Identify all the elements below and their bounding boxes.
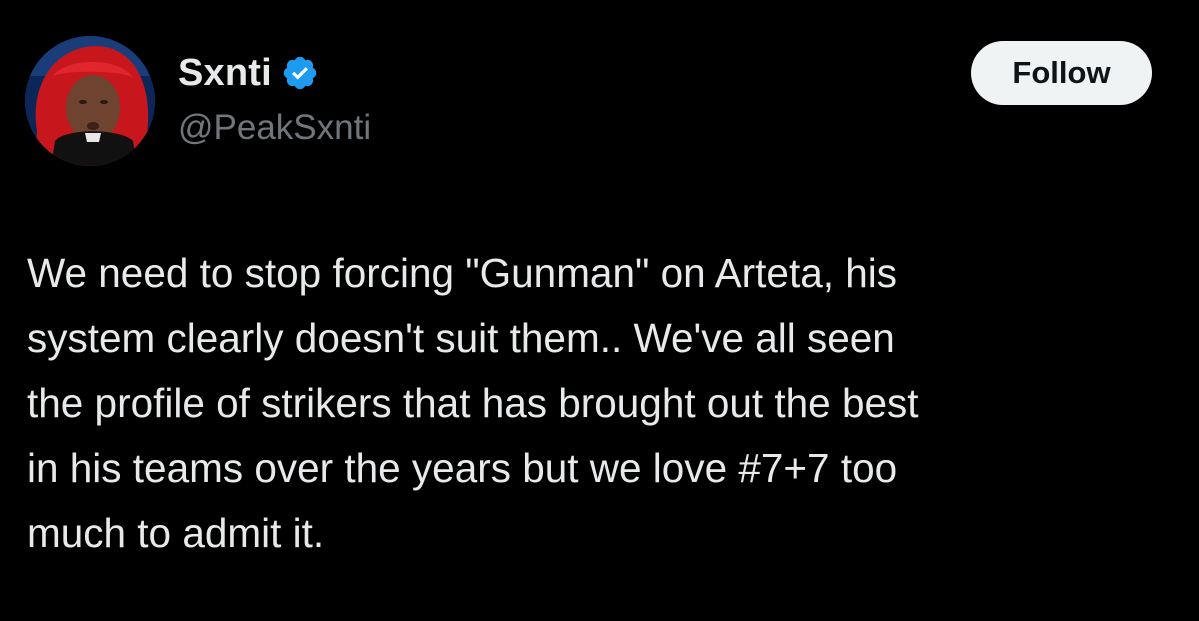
tweet-text: We need to stop forcing "Gunman" on Arte… — [27, 241, 1177, 566]
user-handle[interactable]: @PeakSxnti — [178, 108, 371, 148]
display-name[interactable]: Sxnti — [178, 52, 272, 95]
tweet-text-line: the profile of strikers that has brought… — [27, 380, 919, 426]
author-name-row[interactable]: Sxnti — [178, 50, 319, 96]
tweet-card: Sxnti @PeakSxnti Follow We need to stop … — [0, 0, 1199, 621]
tweet-text-line: We need to stop forcing "Gunman" on Arte… — [27, 250, 897, 296]
tweet-text-line: in his teams over the years but we love … — [27, 445, 898, 491]
verified-badge-icon — [281, 54, 319, 92]
tweet-text-line: much to admit it. — [27, 510, 325, 556]
avatar-image — [25, 36, 155, 166]
follow-button[interactable]: Follow — [971, 41, 1152, 105]
avatar[interactable] — [25, 36, 155, 166]
tweet-text-line: system clearly doesn't suit them.. We've… — [27, 315, 895, 361]
